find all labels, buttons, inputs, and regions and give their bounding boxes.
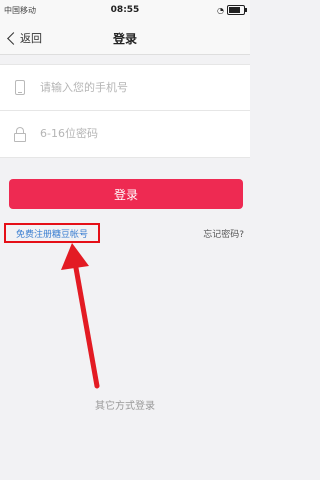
password-input[interactable]	[40, 127, 220, 140]
nav-bar: 返回 登录	[0, 22, 250, 55]
status-icons: ◔	[217, 5, 247, 15]
alarm-icon: ◔	[217, 5, 224, 15]
page-title: 登录	[112, 32, 137, 46]
phone-field-row	[0, 65, 250, 111]
other-login-label[interactable]: 其它方式登录	[0, 397, 250, 412]
status-bar: 中国移动 08:55 ◔	[0, 0, 250, 22]
phone-icon	[15, 80, 25, 95]
lock-icon	[14, 126, 26, 142]
forgot-password-link[interactable]: 忘记密码?	[203, 227, 244, 240]
battery-icon	[227, 5, 247, 15]
phone-icon-wrap	[0, 80, 40, 95]
login-button[interactable]: 登录	[9, 179, 243, 209]
lock-icon-wrap	[0, 126, 40, 142]
status-time: 08:55	[110, 5, 140, 15]
phone-input[interactable]	[40, 81, 220, 94]
register-link[interactable]: 免费注册糖豆帐号	[4, 223, 100, 243]
password-field-row	[0, 111, 250, 156]
login-form	[0, 64, 250, 158]
